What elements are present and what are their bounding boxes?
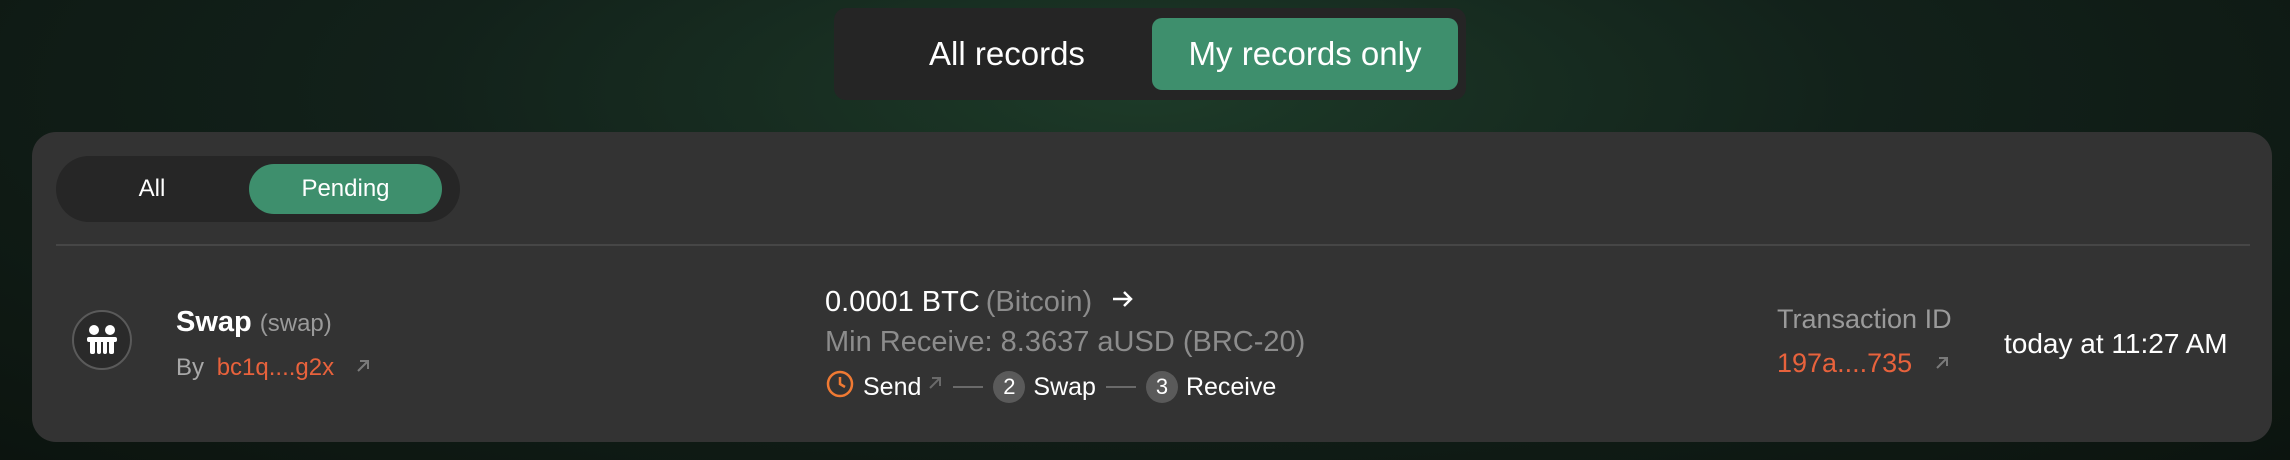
step-swap-label: Swap <box>1033 372 1096 401</box>
external-link-icon[interactable] <box>1932 349 1952 380</box>
my-records-only-tab[interactable]: My records only <box>1152 18 1458 90</box>
min-receive: Min Receive: 8.3637 aUSD (BRC-20) <box>825 326 1306 358</box>
swap-steps: Send 2 Swap 3 Receive <box>825 370 1276 404</box>
filter-pending-button[interactable]: Pending <box>249 164 442 214</box>
swap-amount: 0.0001 BTC (Bitcoin) <box>825 286 1136 320</box>
amount-value: 0.0001 BTC <box>825 286 980 318</box>
step-send: Send <box>825 369 943 406</box>
step-receive: 3 Receive <box>1145 371 1277 403</box>
transaction-id-label: Transaction ID <box>1777 304 1952 334</box>
transaction-id-link[interactable]: 197a....735 <box>1777 348 1912 378</box>
clock-icon <box>825 369 855 406</box>
by-label: By <box>176 354 205 381</box>
step-swap: 2 Swap <box>993 371 1096 403</box>
author-address-link[interactable]: bc1q....g2x <box>217 354 334 381</box>
record-title-text: Swap <box>176 306 252 338</box>
transaction-id: 197a....735 <box>1777 348 1952 380</box>
divider <box>56 244 2250 246</box>
step-receive-label: Receive <box>1185 372 1277 401</box>
arrow-right-icon <box>1110 286 1136 320</box>
swap-avatar <box>72 310 132 370</box>
step-number: 2 <box>993 371 1026 403</box>
status-filter: All Pending <box>56 156 460 222</box>
record-timestamp: today at 11:27 AM <box>2004 328 2228 359</box>
step-send-label: Send <box>863 372 922 401</box>
record-type: (swap) <box>259 310 332 337</box>
people-icon <box>87 325 117 354</box>
records-card: All Pending Swap (swap) By bc1q....g2x 0.… <box>32 132 2272 442</box>
record-title: Swap (swap) <box>176 306 332 339</box>
external-link-icon[interactable] <box>927 369 943 398</box>
all-records-tab[interactable]: All records <box>844 18 1170 90</box>
record-author: By bc1q....g2x <box>176 354 373 383</box>
filter-all-button[interactable]: All <box>64 164 240 214</box>
amount-chain: (Bitcoin) <box>985 286 1093 318</box>
step-number: 3 <box>1145 371 1178 403</box>
step-connector <box>953 386 984 388</box>
step-connector <box>1105 386 1136 388</box>
external-link-icon[interactable] <box>353 355 373 383</box>
records-toggle: All records My records only <box>834 8 1466 100</box>
